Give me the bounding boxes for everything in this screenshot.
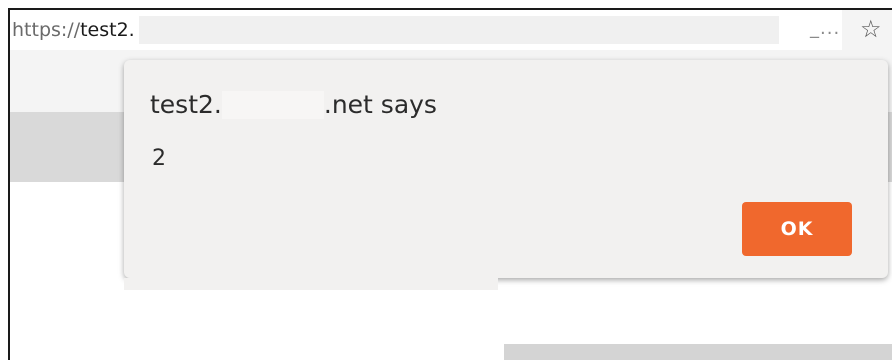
star-icon[interactable]: ☆ <box>860 14 882 44</box>
alert-message: 2 <box>152 146 166 171</box>
url-ellipsis: _... <box>810 18 841 39</box>
address-bar: https://test2. _... ☆ <box>10 10 892 50</box>
alert-title-suffix: .net says <box>323 90 437 119</box>
alert-title-prefix: test2. <box>150 90 222 119</box>
url-field[interactable]: https://test2. <box>10 10 842 50</box>
ok-button[interactable]: OK <box>742 202 852 256</box>
url-host: test2. <box>80 19 135 41</box>
browser-window: https://test2. _... ☆ test2. .net says 2 … <box>8 8 892 360</box>
page-footer-band <box>504 344 892 360</box>
alert-title: test2. .net says <box>150 90 437 119</box>
title-redacted <box>221 90 324 119</box>
url-scheme: https:// <box>12 19 81 41</box>
alert-dialog: test2. .net says 2 OK <box>124 60 888 278</box>
url-redacted <box>138 16 779 44</box>
dialog-lower-extension <box>124 278 498 290</box>
